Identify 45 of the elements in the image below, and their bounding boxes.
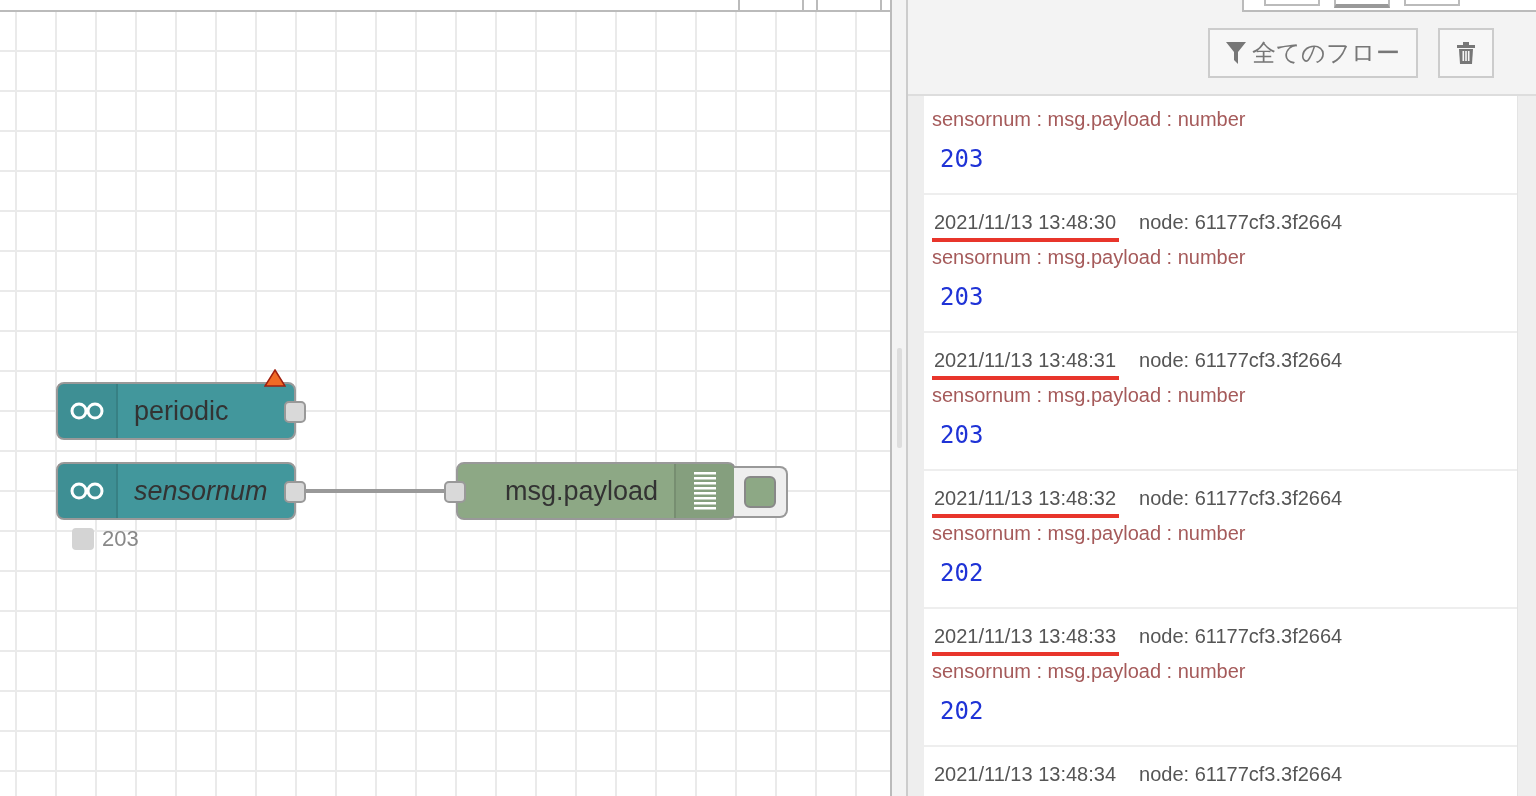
message-node-id: node: 61177cf3.3f2664 — [1139, 211, 1343, 234]
message-topic: sensornum : msg.payload : number — [932, 522, 1247, 545]
inject-node[interactable]: sensornum — [56, 462, 296, 520]
message-topic: sensornum : msg.payload : number — [932, 660, 1247, 683]
input-port[interactable] — [444, 481, 466, 503]
message-value: 203 — [939, 144, 985, 175]
sidebar-tab[interactable] — [1264, 0, 1320, 6]
debug-node[interactable]: msg.payload — [456, 462, 736, 520]
message-topic: sensornum : msg.payload : number — [932, 108, 1247, 131]
message-timestamp: 2021/11/13 13:48:31 — [932, 349, 1120, 380]
message-topic: sensornum : msg.payload : number — [932, 246, 1247, 269]
infinity-icon — [69, 401, 105, 421]
message-value: 203 — [939, 420, 985, 451]
message-timestamp: 2021/11/13 13:48:33 — [932, 625, 1120, 656]
message-node-id: node: 61177cf3.3f2664 — [1139, 763, 1343, 786]
inject-node[interactable]: periodic — [56, 382, 296, 440]
list-icon — [694, 472, 716, 510]
output-port[interactable] — [284, 401, 306, 423]
message-value: 202 — [939, 558, 985, 589]
message-node-id: node: 61177cf3.3f2664 — [1139, 487, 1343, 510]
filter-icon — [1226, 42, 1246, 64]
message-topic: sensornum : msg.payload : number — [932, 384, 1247, 407]
scrollbar[interactable] — [1517, 96, 1536, 796]
node-status: 203 — [102, 526, 139, 552]
infinity-icon — [69, 481, 105, 501]
message-value: 203 — [939, 282, 985, 313]
output-port[interactable] — [284, 481, 306, 503]
filter-button[interactable]: 全てのフロー — [1208, 28, 1418, 78]
message-value: 202 — [939, 696, 985, 727]
clear-button[interactable] — [1438, 28, 1494, 78]
node-label: msg.payload — [503, 475, 659, 507]
sidebar-tab[interactable] — [1334, 0, 1390, 8]
message-node-id: node: 61177cf3.3f2664 — [1139, 349, 1343, 372]
workspace-tab[interactable] — [738, 0, 804, 10]
workspace-tab[interactable] — [816, 0, 882, 10]
message-timestamp: 2021/11/13 13:48:32 — [932, 487, 1120, 518]
node-label: periodic — [133, 395, 230, 427]
debug-toggle[interactable] — [734, 466, 788, 518]
trash-icon — [1457, 42, 1475, 64]
message-timestamp: 2021/11/13 13:48:30 — [932, 211, 1120, 242]
panel-splitter[interactable] — [890, 0, 908, 796]
message-node-id: node: 61177cf3.3f2664 — [1139, 625, 1343, 648]
sidebar-tab[interactable] — [1404, 0, 1460, 6]
message-timestamp: 2021/11/13 13:48:34 — [933, 763, 1118, 787]
node-label: sensornum — [133, 475, 269, 507]
